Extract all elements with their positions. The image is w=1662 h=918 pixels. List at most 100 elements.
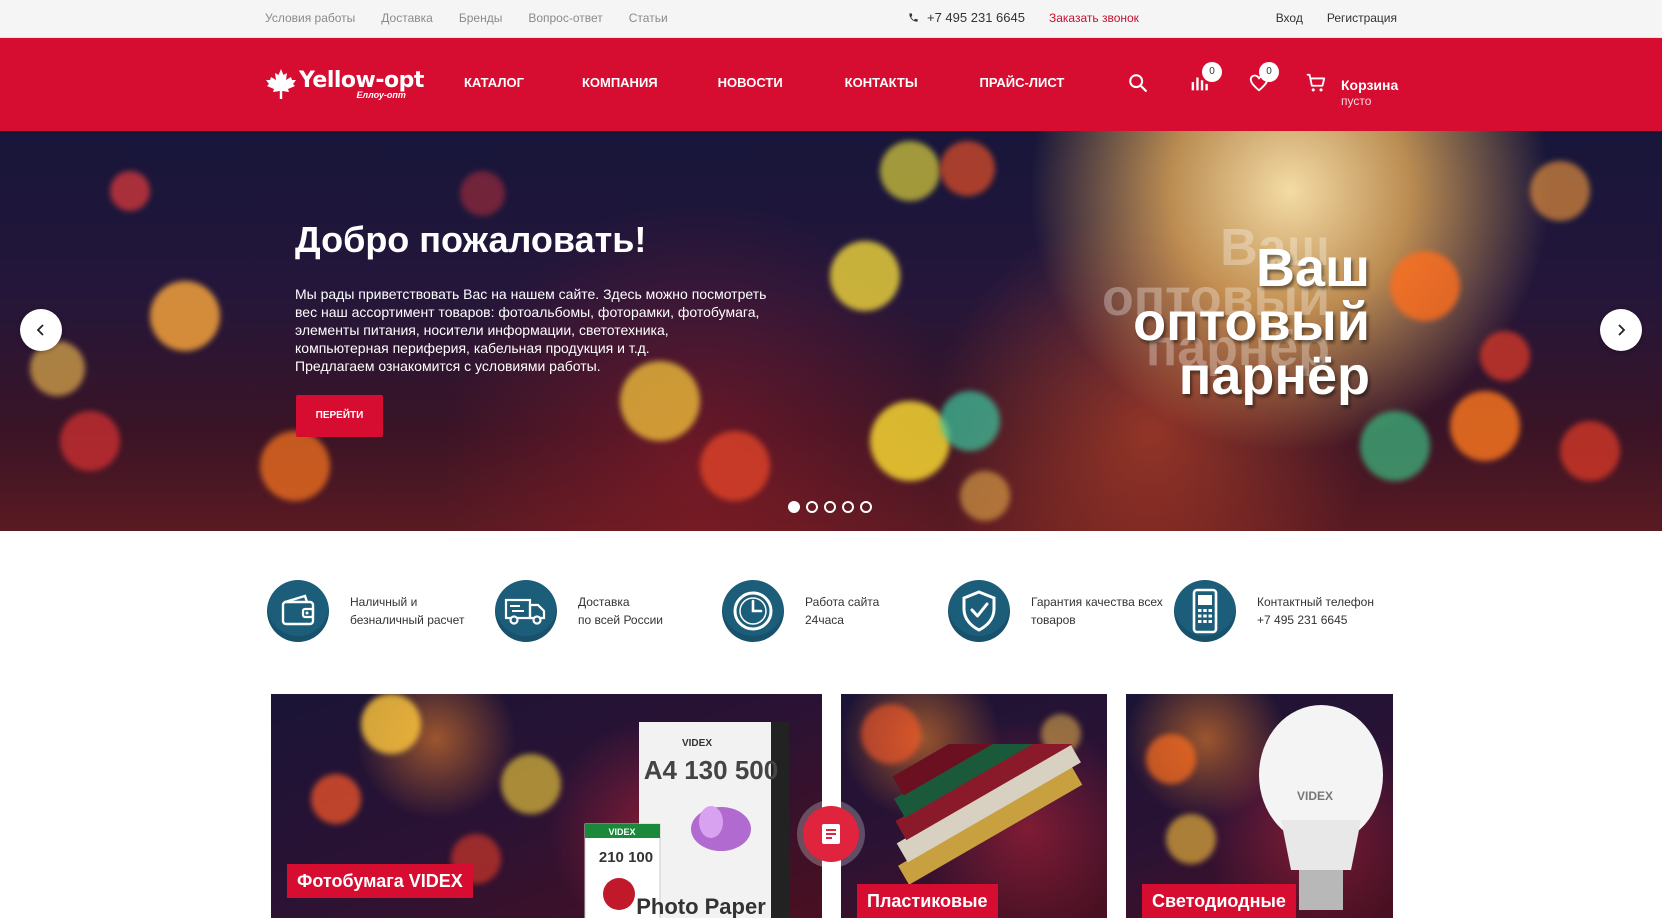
search-icon[interactable] <box>1127 72 1149 94</box>
hero-intro-line: вес наш ассортимент товаров: фотоальбомы… <box>295 304 760 320</box>
tile-label: Светодиодные <box>1142 884 1296 918</box>
callback-link[interactable]: Заказать звонок <box>1049 11 1139 25</box>
hero-tagline: Ваш оптовый парнёр Ваш оптовый парнёр <box>1070 222 1370 403</box>
cart-summary[interactable]: Корзина пусто <box>1341 76 1398 108</box>
link-faq[interactable]: Вопрос-ответ <box>528 11 602 25</box>
bokeh-light <box>260 431 330 501</box>
tile-label: Фотобумага VIDEX <box>287 864 473 898</box>
features-row: Наличный и безналичный расчет Доставка п… <box>265 578 1397 644</box>
product-label: Photo Paper <box>636 894 766 918</box>
site-logo[interactable]: Yellow-opt Еллоу-опт <box>265 68 424 100</box>
document-icon <box>822 824 840 844</box>
bokeh-light <box>880 141 940 201</box>
feature-icon-circle <box>495 580 557 642</box>
nav-price-list[interactable]: ПРАЙС-ЛИСТ <box>980 75 1065 90</box>
nav-catalog[interactable]: КАТАЛОГ <box>464 75 524 90</box>
register-link[interactable]: Регистрация <box>1327 11 1397 25</box>
bokeh-light <box>1166 814 1216 864</box>
hero-intro-line: элементы питания, носители информации, с… <box>295 322 669 338</box>
slider-dot[interactable] <box>824 501 836 513</box>
bokeh-light <box>1530 161 1590 221</box>
nav-company[interactable]: КОМПАНИЯ <box>582 75 658 90</box>
chevron-right-icon <box>1618 324 1626 336</box>
top-phone: +7 495 231 6645 <box>908 10 1025 25</box>
document-fab-button[interactable] <box>803 806 859 862</box>
product-brand: VIDEX <box>608 827 635 837</box>
feature-icon-circle <box>267 580 329 642</box>
bokeh-light <box>1390 251 1460 321</box>
cart-title: Корзина <box>1341 77 1399 93</box>
feature-icon-circle <box>948 580 1010 642</box>
tagline-line: Ваш <box>1255 238 1370 298</box>
compare-count-badge: 0 <box>1202 62 1222 82</box>
bokeh-light <box>110 171 150 211</box>
feature-payment: Наличный и безналичный расчет <box>267 578 464 644</box>
photo-paper-product-image: VIDEX A4 130 500 VIDEX 210 100 Photo Pap… <box>584 722 789 918</box>
info-links: Условия работы Доставка Бренды Вопрос-от… <box>265 11 668 25</box>
slider-next-button[interactable] <box>1600 309 1642 351</box>
bokeh-light <box>150 281 220 351</box>
feature-text: Контактный телефон +7 495 231 6645 <box>1257 595 1374 627</box>
bokeh-light <box>1480 331 1530 381</box>
nav-contacts[interactable]: КОНТАКТЫ <box>845 75 918 90</box>
bokeh-light <box>361 694 421 754</box>
bokeh-light <box>870 401 950 481</box>
truck-icon <box>504 598 546 625</box>
tagline-line: парнёр <box>1178 346 1370 406</box>
hero-slider: Добро пожаловать! Мы рады приветствовать… <box>0 131 1662 531</box>
product-brand: VIDEX <box>1297 789 1333 803</box>
category-tile-photo-paper[interactable]: VIDEX A4 130 500 VIDEX 210 100 Photo Pap… <box>271 694 822 918</box>
maple-leaf-icon <box>266 69 296 99</box>
shield-check-icon <box>962 590 996 632</box>
hero-intro: Мы рады приветствовать Вас на нашем сайт… <box>295 285 785 375</box>
chevron-left-icon <box>36 324 44 336</box>
hero-intro-line: компьютерная периферия, кабельная продук… <box>295 340 650 356</box>
bokeh-light <box>1560 421 1620 481</box>
top-phone-number[interactable]: +7 495 231 6645 <box>927 10 1025 25</box>
slider-dot[interactable] <box>860 501 872 513</box>
login-link[interactable]: Вход <box>1276 11 1303 25</box>
bokeh-light <box>60 411 120 471</box>
product-brand: VIDEX <box>682 738 712 749</box>
bokeh-light <box>311 774 361 824</box>
bokeh-light <box>940 141 995 196</box>
tagline-text: Ваш оптовый парнёр <box>1070 241 1370 403</box>
slider-dot[interactable] <box>806 501 818 513</box>
feature-contact: Контактный телефон +7 495 231 6645 <box>1174 578 1374 644</box>
feature-text: Гарантия качества всех товаров <box>1031 595 1163 627</box>
feature-icon-circle <box>722 580 784 642</box>
feature-icon-circle <box>1174 580 1236 642</box>
hero-go-button[interactable]: ПЕРЕЙТИ <box>296 395 383 437</box>
feature-hours: Работа сайта 24часа <box>722 578 879 644</box>
hero-intro-line: Предлагаем ознакомится с условиями работ… <box>295 358 601 374</box>
cart-status: пусто <box>1341 94 1372 108</box>
bokeh-light <box>460 171 505 216</box>
link-brands[interactable]: Бренды <box>459 11 502 25</box>
link-terms[interactable]: Условия работы <box>265 11 355 25</box>
product-spec: 210 100 <box>599 849 653 866</box>
slider-dot[interactable] <box>788 501 800 513</box>
slider-dots <box>788 501 872 513</box>
phone-icon <box>1192 588 1218 634</box>
feature-quality: Гарантия качества всех товаров <box>948 578 1163 644</box>
product-spec: A4 130 500 <box>644 755 778 785</box>
clock-icon <box>733 591 773 631</box>
category-tile-plastic-frames[interactable]: Пластиковые <box>841 694 1107 918</box>
feature-delivery: Доставка по всей России <box>495 578 663 644</box>
bokeh-light <box>501 754 561 814</box>
feature-text: Наличный и безналичный расчет <box>350 595 465 627</box>
category-tile-led-lamps[interactable]: VIDEX Светодиодные <box>1126 694 1393 918</box>
link-articles[interactable]: Статьи <box>629 11 668 25</box>
main-nav: КАТАЛОГ КОМПАНИЯ НОВОСТИ КОНТАКТЫ ПРАЙС-… <box>464 75 1064 90</box>
slider-dot[interactable] <box>842 501 854 513</box>
main-header: Yellow-opt Еллоу-опт КАТАЛОГ КОМПАНИЯ НО… <box>0 38 1662 131</box>
feature-text: Доставка по всей России <box>578 595 664 627</box>
auth-links: Вход Регистрация <box>1276 11 1397 25</box>
cart-icon[interactable] <box>1305 72 1327 94</box>
slider-prev-button[interactable] <box>20 309 62 351</box>
logo-subtext: Еллоу-опт <box>356 90 406 100</box>
link-delivery[interactable]: Доставка <box>381 11 433 25</box>
nav-news[interactable]: НОВОСТИ <box>718 75 783 90</box>
bokeh-light <box>1146 734 1196 784</box>
feature-text: Работа сайта 24часа <box>805 595 880 627</box>
